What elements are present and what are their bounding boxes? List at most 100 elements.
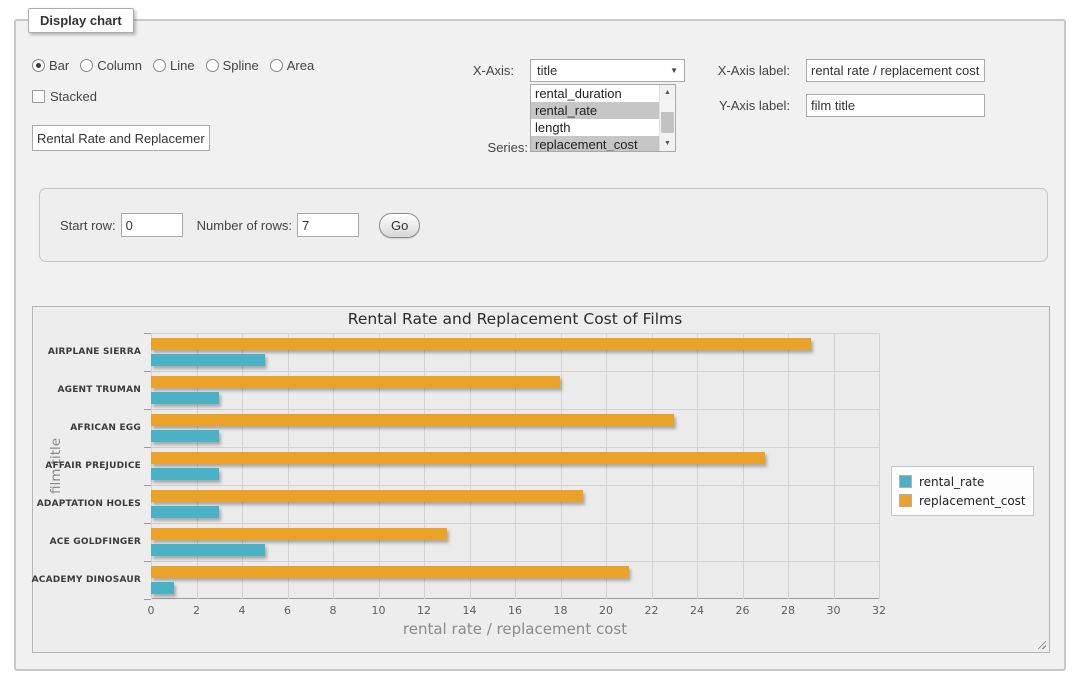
category-label: AIRPLANE SIERRA <box>31 333 141 371</box>
series-option-rental_rate[interactable]: rental_rate <box>531 102 659 119</box>
gridline-vertical <box>879 333 880 599</box>
gridline-horizontal <box>151 333 879 334</box>
x-tick-label: 32 <box>872 604 886 617</box>
bar-rental_rate-5 <box>151 544 265 556</box>
bar-replacement_cost-1 <box>151 376 560 388</box>
x-tick-label: 28 <box>781 604 795 617</box>
gridline-vertical <box>242 333 243 599</box>
go-button[interactable]: Go <box>379 213 420 238</box>
x-tick-label: 16 <box>508 604 522 617</box>
stacked-checkbox[interactable] <box>32 90 45 103</box>
y-axis-tick <box>144 599 151 600</box>
x-axis-label-input[interactable] <box>806 59 985 82</box>
category-label: AFRICAN EGG <box>31 409 141 447</box>
x-tick-label: 30 <box>827 604 841 617</box>
legend-swatch-replacement_cost <box>899 494 912 507</box>
bar-rental_rate-2 <box>151 430 219 442</box>
chart-type-radio-spline[interactable] <box>206 59 219 72</box>
x-axis-select[interactable]: title ▼ <box>530 59 685 82</box>
legend-label-rental_rate: rental_rate <box>919 475 984 489</box>
gridline-vertical <box>697 333 698 599</box>
gridline-vertical <box>652 333 653 599</box>
x-tick-label: 4 <box>239 604 246 617</box>
category-label: AGENT TRUMAN <box>31 371 141 409</box>
gridline-vertical <box>743 333 744 599</box>
bar-rental_rate-1 <box>151 392 219 404</box>
x-axis-select-label: X-Axis: <box>396 63 514 78</box>
series-listbox[interactable]: rental_durationrental_ratelengthreplacem… <box>530 84 676 152</box>
bar-rental_rate-3 <box>151 468 219 480</box>
x-tick-label: 10 <box>372 604 386 617</box>
chart-type-radio-bar[interactable] <box>32 59 45 72</box>
x-tick-label: 24 <box>690 604 704 617</box>
x-tick-label: 2 <box>193 604 200 617</box>
x-axis-ticks: 02468101214161820222426283032 <box>151 604 879 618</box>
bar-replacement_cost-2 <box>151 414 674 426</box>
x-axis-select-value: title <box>537 63 557 78</box>
chart-title: Rental Rate and Replacement Cost of Film… <box>151 310 879 328</box>
chart-container: Rental Rate and Replacement Cost of Film… <box>32 306 1050 653</box>
chart-type-option-bar[interactable]: Bar <box>32 58 69 73</box>
category-label: ACE GOLDFINGER <box>31 523 141 561</box>
chart-title-input[interactable] <box>32 125 210 151</box>
bar-replacement_cost-0 <box>151 338 811 350</box>
y-axis-tick <box>144 447 151 448</box>
x-tick-label: 8 <box>330 604 337 617</box>
chart-type-label-column: Column <box>97 58 142 73</box>
resize-handle-icon[interactable] <box>1035 638 1046 649</box>
listbox-scrollbar[interactable]: ▲ ▼ <box>659 85 675 151</box>
y-axis-tick <box>144 485 151 486</box>
chart-type-radio-line[interactable] <box>153 59 166 72</box>
chart-type-option-spline[interactable]: Spline <box>206 58 259 73</box>
category-label: AFFAIR PREJUDICE <box>31 447 141 485</box>
legend-label-replacement_cost: replacement_cost <box>919 494 1026 508</box>
gridline-vertical <box>606 333 607 599</box>
scroll-down-icon[interactable]: ▼ <box>660 136 675 151</box>
y-axis-label-input[interactable] <box>806 94 985 117</box>
x-tick-label: 18 <box>554 604 568 617</box>
chart-type-label-line: Line <box>170 58 195 73</box>
gridline-horizontal <box>151 371 879 372</box>
gridline-horizontal <box>151 409 879 410</box>
series-option-replacement_cost[interactable]: replacement_cost <box>531 136 659 151</box>
x-tick-label: 0 <box>148 604 155 617</box>
gridline-horizontal <box>151 561 879 562</box>
gridline-vertical <box>151 333 152 599</box>
plot-area: AIRPLANE SIERRAAGENT TRUMANAFRICAN EGGAF… <box>151 333 879 599</box>
series-options: rental_durationrental_ratelengthreplacem… <box>531 85 659 151</box>
scrollbar-thumb[interactable] <box>661 112 674 133</box>
y-axis-label-label: Y-Axis label: <box>670 98 790 113</box>
chart-type-radio-column[interactable] <box>80 59 93 72</box>
start-row-label: Start row: <box>60 218 116 233</box>
y-axis-tick <box>144 371 151 372</box>
category-label: ADAPTATION HOLES <box>31 485 141 523</box>
chart-type-radio-group: Bar Column Line Spline Area <box>32 58 314 73</box>
bar-replacement_cost-5 <box>151 528 447 540</box>
y-axis-tick <box>144 523 151 524</box>
legend-swatch-rental_rate <box>899 475 912 488</box>
panel-legend-title: Display chart <box>28 8 134 33</box>
chart-type-option-area[interactable]: Area <box>270 58 314 73</box>
category-label: ACADEMY DINOSAUR <box>31 561 141 599</box>
number-of-rows-input[interactable] <box>297 213 359 237</box>
chart-type-option-column[interactable]: Column <box>80 58 142 73</box>
y-axis-tick <box>144 409 151 410</box>
display-chart-panel: Display chart BarColumnLineSplineArea St… <box>14 19 1066 671</box>
x-tick-label: 12 <box>417 604 431 617</box>
x-tick-label: 14 <box>463 604 477 617</box>
bar-rental_rate-6 <box>151 582 174 594</box>
page: Display chart Bar Column Line Spline Area St… <box>0 0 1081 681</box>
series-option-length[interactable]: length <box>531 119 659 136</box>
chart-type-radio-area[interactable] <box>270 59 283 72</box>
start-row-input[interactable] <box>121 213 183 237</box>
stacked-option: Stacked <box>32 89 97 104</box>
gridline-horizontal <box>151 523 879 524</box>
bar-replacement_cost-4 <box>151 490 583 502</box>
stacked-label: Stacked <box>50 89 97 104</box>
chart-type-label-area: Area <box>287 58 314 73</box>
chart-type-option-line[interactable]: Line <box>153 58 195 73</box>
gridline-horizontal <box>151 447 879 448</box>
series-option-rental_duration[interactable]: rental_duration <box>531 85 659 102</box>
chart-type-label-bar: Bar <box>49 58 69 73</box>
x-axis-title: rental rate / replacement cost <box>151 620 879 638</box>
